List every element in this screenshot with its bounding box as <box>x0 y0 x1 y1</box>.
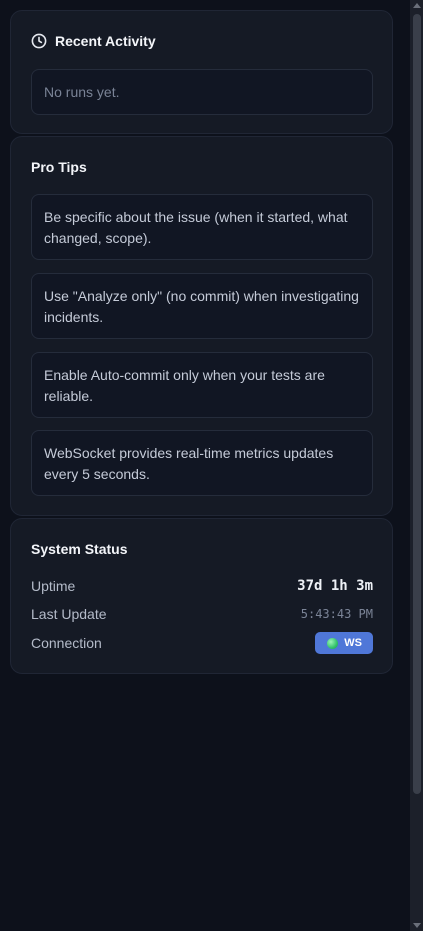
last-update-row: Last Update 5:43:43 PM <box>31 604 373 624</box>
tip-item: Be specific about the issue (when it sta… <box>31 194 373 260</box>
connection-row: Connection WS <box>31 632 373 654</box>
pro-tips-title: Pro Tips <box>31 159 87 175</box>
connection-badge-label: WS <box>344 637 362 649</box>
tip-item: Use "Analyze only" (no commit) when inve… <box>31 273 373 339</box>
recent-activity-title: Recent Activity <box>55 33 156 49</box>
connection-label: Connection <box>31 635 102 651</box>
scroll-down-icon[interactable] <box>413 923 421 928</box>
tip-item: WebSocket provides real-time metrics upd… <box>31 430 373 496</box>
sidebar-panel: Recent Activity No runs yet. Pro Tips Be… <box>0 0 423 931</box>
uptime-label: Uptime <box>31 578 76 594</box>
system-status-card: System Status Uptime 37d 1h 3m Last Upda… <box>10 518 393 674</box>
clock-icon <box>31 33 47 49</box>
status-dot-icon <box>327 637 339 649</box>
last-update-label: Last Update <box>31 606 107 622</box>
tip-item: Enable Auto-commit only when your tests … <box>31 352 373 418</box>
uptime-value: 37d 1h 3m <box>297 578 373 594</box>
pro-tips-card: Pro Tips Be specific about the issue (wh… <box>10 136 393 516</box>
last-update-value: 5:43:43 PM <box>300 607 373 621</box>
recent-activity-empty: No runs yet. <box>31 69 373 115</box>
scroll-up-icon[interactable] <box>413 3 421 8</box>
system-status-title: System Status <box>31 541 128 557</box>
recent-activity-card: Recent Activity No runs yet. <box>10 10 393 134</box>
connection-status-badge: WS <box>315 632 373 654</box>
recent-activity-header: Recent Activity <box>31 33 156 49</box>
scrollbar-thumb[interactable] <box>413 14 421 794</box>
scrollbar[interactable] <box>410 0 423 931</box>
uptime-row: Uptime 37d 1h 3m <box>31 576 373 596</box>
